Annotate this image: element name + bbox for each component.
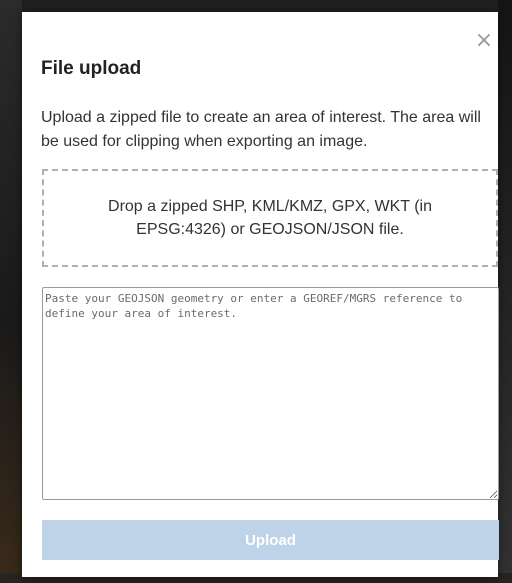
- dropzone-text: Drop a zipped SHP, KML/KMZ, GPX, WKT (in…: [108, 198, 432, 238]
- geometry-input[interactable]: [42, 287, 499, 500]
- background-map-left: [0, 0, 22, 583]
- close-icon[interactable]: ×: [473, 30, 495, 52]
- background-map-right: [498, 0, 512, 583]
- file-dropzone[interactable]: Drop a zipped SHP, KML/KMZ, GPX, WKT (in…: [42, 169, 498, 267]
- upload-button[interactable]: Upload: [42, 520, 499, 560]
- dialog-description: Upload a zipped file to create an area o…: [41, 109, 481, 150]
- dialog-title: File upload: [41, 58, 142, 79]
- file-upload-dialog: × File upload Upload a zipped file to cr…: [22, 12, 499, 577]
